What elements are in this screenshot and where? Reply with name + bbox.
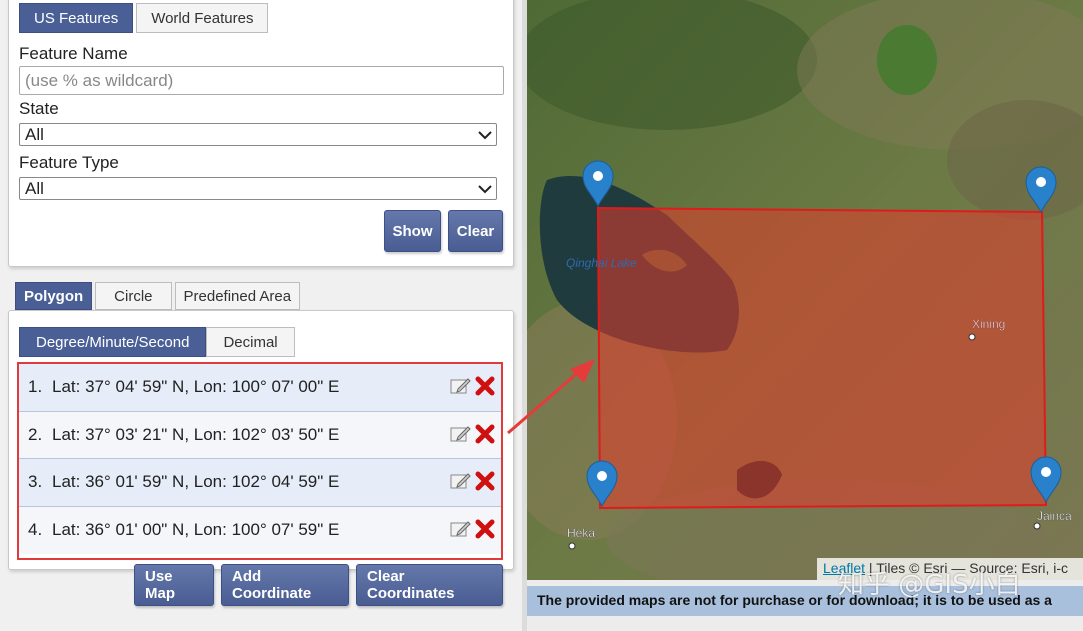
coordinate-text: Lat: 36° 01' 00" N, Lon: 100° 07' 59" E [52,520,340,540]
annotation-arrow [507,359,595,435]
feature-type-select[interactable]: All [19,177,497,200]
tab-circle[interactable]: Circle [95,282,172,310]
edit-icon[interactable] [449,376,471,396]
map-label-qinghai-lake: Qinghai Lake [566,256,637,270]
feature-type-select-value: All [25,178,44,198]
coordinate-text: Lat: 37° 04' 59" N, Lon: 100° 07' 00" E [52,377,340,397]
show-button[interactable]: Show [384,210,441,252]
feature-name-label: Feature Name [19,44,128,63]
tab-predefined-area[interactable]: Predefined Area [174,282,301,310]
state-select-value: All [25,124,44,144]
delete-icon[interactable] [475,424,495,444]
edit-icon[interactable] [449,424,471,444]
clear-coordinates-button[interactable]: Clear Coordinates [356,564,503,606]
feature-tabs: US Features World Features [19,3,269,33]
coordinate-text: Lat: 36° 01' 59" N, Lon: 102° 04' 59" E [52,472,340,492]
tab-decimal[interactable]: Decimal [206,327,295,357]
city-dot-xining [968,333,976,341]
use-map-button[interactable]: Use Map [134,564,214,606]
edit-icon[interactable] [449,519,471,539]
tab-world-features[interactable]: World Features [136,3,269,33]
coordinate-index: 1. [28,377,43,397]
delete-icon[interactable] [475,471,495,491]
city-dot-heka [568,542,576,550]
edit-icon[interactable] [449,471,471,491]
feature-type-label: Feature Type [19,153,119,172]
city-dot-jainca [1033,522,1041,530]
tab-dms[interactable]: Degree/Minute/Second [19,327,207,357]
map-canvas[interactable]: Qinghai Lake Xining Heka Jainca [527,0,1083,580]
left-panel: US Features World Features Feature Name … [0,0,522,631]
chevron-down-icon [474,178,496,200]
coordinate-row: 1. Lat: 37° 04' 59" N, Lon: 100° 07' 00"… [19,364,501,412]
format-tabs: Degree/Minute/Second Decimal [19,327,295,357]
coordinate-row: 2. Lat: 37° 03' 21" N, Lon: 102° 03' 50"… [19,411,501,459]
selection-polygon[interactable] [596,206,1048,510]
state-label: State [19,99,59,118]
add-coordinate-button[interactable]: Add Coordinate [221,564,349,606]
delete-icon[interactable] [475,376,495,396]
map-label-heka: Heka [567,526,595,540]
coordinate-row: 4. Lat: 36° 01' 00" N, Lon: 100° 07' 59"… [19,506,501,554]
chevron-down-icon [474,124,496,146]
shape-tabs: Polygon Circle Predefined Area [15,282,301,310]
tab-us-features[interactable]: US Features [19,3,134,33]
coordinate-index: 3. [28,472,43,492]
clear-button[interactable]: Clear [448,210,503,252]
tab-polygon[interactable]: Polygon [15,282,93,310]
coordinate-text: Lat: 37° 03' 21" N, Lon: 102° 03' 50" E [52,424,340,444]
coordinate-index: 4. [28,520,43,540]
map-label-xining: Xining [972,317,1005,331]
coordinate-row: 3. Lat: 36° 01' 59" N, Lon: 102° 04' 59"… [19,459,501,507]
feature-name-input[interactable] [19,66,504,95]
delete-icon[interactable] [475,519,495,539]
map-view[interactable]: Qinghai Lake Xining Heka Jainca [527,0,1083,580]
watermark-text: 知乎 @GIS小白 [838,570,1021,600]
map-label-jainca: Jainca [1037,509,1072,523]
coordinate-index: 2. [28,424,43,444]
state-select[interactable]: All [19,123,497,146]
coordinate-list: 1. Lat: 37° 04' 59" N, Lon: 100° 07' 00"… [17,362,503,560]
